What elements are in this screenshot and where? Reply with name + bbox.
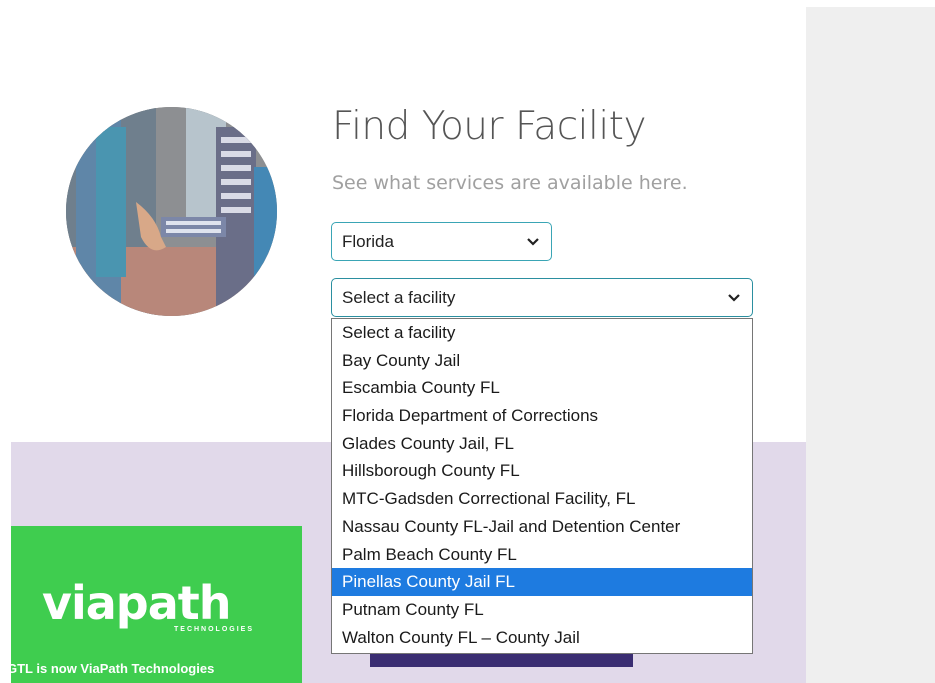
promo-tagline: GTL is now ViaPath Technologies [11,661,215,676]
facility-option[interactable]: Bay County Jail [332,347,752,375]
page-subtitle: See what services are available here. [332,172,688,194]
family-photo [66,107,277,316]
viapath-logo-subtitle: TECHNOLOGIES [174,626,255,633]
chevron-down-icon [728,294,740,302]
page-title: Find Your Facility [332,104,647,149]
facility-option[interactable]: Escambia County FL [332,374,752,402]
facility-option[interactable]: Hillsborough County FL [332,457,752,485]
facility-option[interactable]: MTC-Gadsden Correctional Facility, FL [332,485,752,513]
facility-option-highlighted[interactable]: Pinellas County Jail FL [332,568,752,596]
facility-dropdown-list[interactable]: Select a facility Bay County Jail Escamb… [331,318,753,654]
right-side-panel [806,7,935,683]
facility-select-value: Select a facility [342,287,456,307]
state-select-value: Florida [342,231,394,251]
facility-option[interactable]: Select a facility [332,319,752,347]
facility-option[interactable]: Glades County Jail, FL [332,430,752,458]
viapath-promo-banner[interactable]: viapath TECHNOLOGIES GTL is now ViaPath … [11,526,302,683]
chevron-down-icon [527,238,539,246]
facility-option[interactable]: Florida Department of Corrections [332,402,752,430]
viapath-logo: viapath [42,576,231,630]
facility-option[interactable]: Walton County FL – County Jail [332,624,752,652]
facility-option[interactable]: Putnam County FL [332,596,752,624]
facility-option[interactable]: Nassau County FL-Jail and Detention Cent… [332,513,752,541]
facility-option[interactable]: Palm Beach County FL [332,541,752,569]
facility-select[interactable]: Select a facility [331,278,753,317]
state-select[interactable]: Florida [331,222,552,261]
